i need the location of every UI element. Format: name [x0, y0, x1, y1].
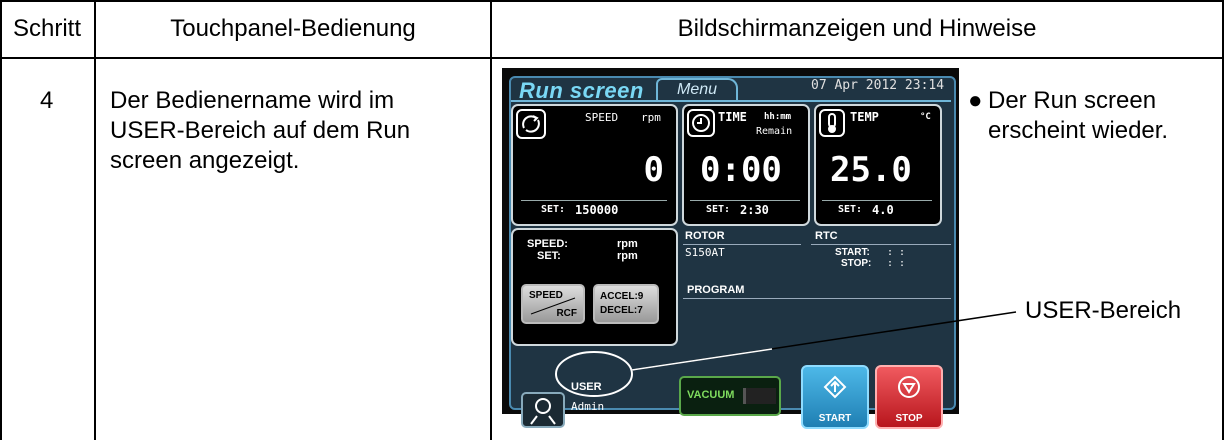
note-line-1: Der Run screen — [988, 87, 1157, 114]
user-area-callout: USER-Bereich — [1025, 297, 1182, 324]
note-bullet: ● Der Run screen erscheint wieder. — [968, 86, 1168, 146]
bullet-dot: ● — [968, 87, 983, 114]
callout-graphic — [555, 311, 1017, 397]
note-line-2: erscheint wieder. — [988, 117, 1169, 144]
